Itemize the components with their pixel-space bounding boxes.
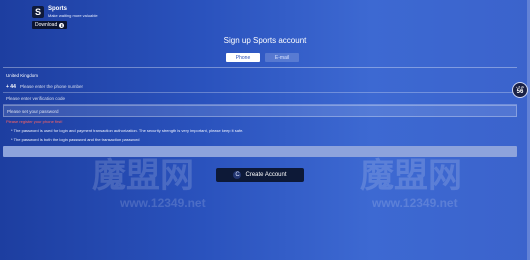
country-code[interactable]: + 44 xyxy=(6,84,20,90)
create-account-button[interactable]: C Create Account xyxy=(216,168,304,182)
watermark-url: www.12349.net xyxy=(372,196,458,210)
phone-row[interactable]: + 44 Please enter the phone number xyxy=(3,81,517,93)
signup-tabs: Phone E-mail xyxy=(226,53,299,62)
password-note-1: * The password is used for login and pay… xyxy=(11,128,244,133)
page-title: Sign up Sports account xyxy=(223,36,307,45)
watermark-url: www.12349.net xyxy=(120,196,206,210)
brand-slogan: Make waiting more valuable xyxy=(48,13,98,18)
download-label: Download xyxy=(35,22,58,28)
create-account-label: Create Account xyxy=(245,172,287,178)
password-row[interactable]: Please set your password xyxy=(3,105,517,117)
floating-widget[interactable]: + 8.2k 56 xyxy=(512,82,528,98)
download-icon: ⬇ xyxy=(59,22,65,28)
password-input[interactable]: Please set your password xyxy=(7,109,59,114)
logo-icon: S xyxy=(32,6,44,18)
app-header: S Sports Make waiting more valuable xyxy=(32,6,98,19)
error-message: Please register your phone first! xyxy=(6,119,63,124)
verification-input[interactable]: Please enter verification code xyxy=(6,96,65,101)
tab-email[interactable]: E-mail xyxy=(265,53,299,62)
country-select[interactable]: United Kingdom xyxy=(3,67,517,81)
phone-input[interactable]: Please enter the phone number xyxy=(20,84,83,89)
verification-row[interactable]: Please enter verification code xyxy=(3,93,517,105)
watermark-mark: 魔盟网 xyxy=(92,157,194,195)
widget-value: 56 xyxy=(516,89,524,95)
account-icon: C xyxy=(233,171,242,179)
watermark-mark: 魔盟网 xyxy=(360,157,462,195)
brand-name: Sports xyxy=(48,6,68,12)
password-note-2: * The password is both the login passwor… xyxy=(11,137,140,142)
signup-form: United Kingdom + 44 Please enter the pho… xyxy=(3,67,517,157)
brand: Sports Make waiting more valuable xyxy=(48,6,98,19)
tab-phone[interactable]: Phone xyxy=(226,53,260,62)
download-button[interactable]: Download ⬇ xyxy=(32,21,68,29)
